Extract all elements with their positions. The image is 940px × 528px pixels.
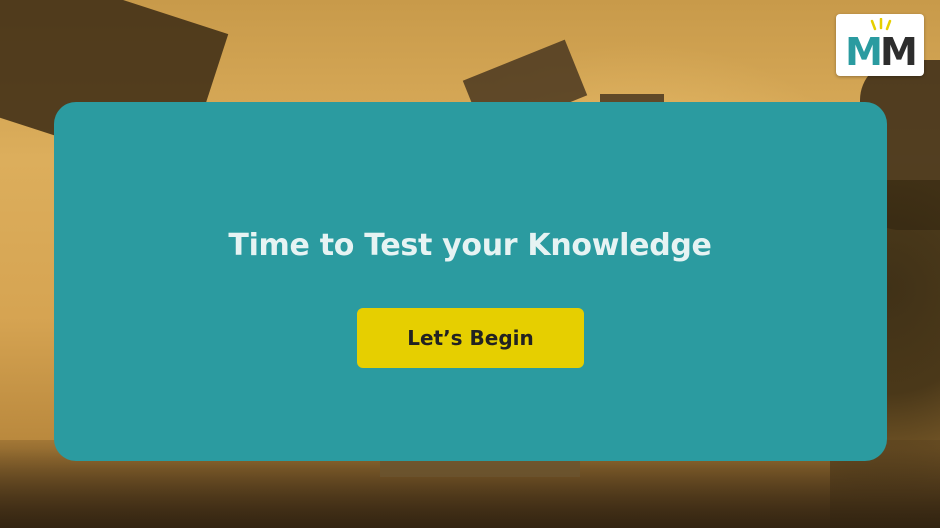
brand-logo: MM: [836, 14, 924, 76]
logo-letter-teal: M: [845, 30, 883, 74]
begin-button[interactable]: Let’s Begin: [357, 308, 584, 368]
quiz-intro-card: [54, 102, 887, 461]
page-title: Time to Test your Knowledge: [228, 228, 712, 263]
logo-text: MM: [836, 32, 924, 72]
slide-stage: MM Time to Test your Knowledge Let’s Beg…: [0, 0, 940, 528]
logo-letter-dark: M: [880, 30, 918, 74]
